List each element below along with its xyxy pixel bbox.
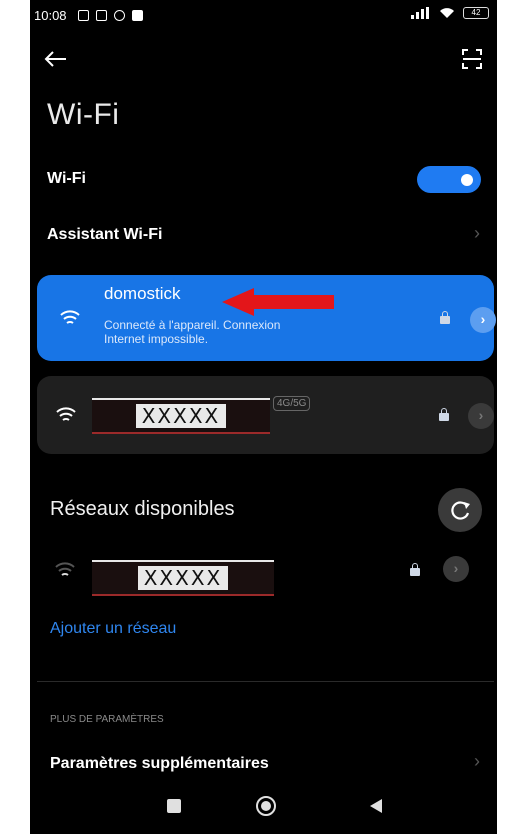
notification-icon [132,10,143,21]
navigation-bar [30,780,497,834]
network-details-button[interactable]: › [468,403,494,429]
assistant-wifi-row[interactable]: Assistant Wi-Fi › [30,212,497,256]
divider [37,681,494,682]
network-status-line: Internet impossible. [104,332,209,346]
wifi-toggle[interactable] [417,166,481,193]
recents-icon[interactable] [167,799,181,813]
back-nav-icon[interactable] [368,798,384,814]
available-networks-heading: Réseaux disponibles [50,498,235,520]
network-details-button[interactable]: › [443,556,469,582]
network-details-button[interactable]: › [470,307,496,333]
red-arrow-annotation [222,288,334,316]
refresh-button[interactable] [438,488,482,532]
section-label: PLUS DE PARAMÈTRES [50,714,164,725]
network-name: domostick [104,284,181,303]
battery-icon: 42 [463,7,489,19]
lock-icon [439,408,449,421]
qr-scan-icon[interactable] [461,48,483,70]
redacted-network-name: XXXXX [92,560,274,596]
network-status: Connecté à l'appareil. Connexion Interne… [104,318,280,346]
redacted-network-name: XXXXX [92,398,270,434]
lock-icon [440,311,450,324]
status-time: 10:08 [34,8,67,23]
connected-network-card[interactable]: domostick Connecté à l'appareil. Connexi… [37,275,496,361]
notification-icon [78,10,89,21]
more-settings-row[interactable]: Paramètres supplémentaires › [30,745,497,781]
redacted-label: XXXXX [135,404,227,428]
wifi-signal-icon [56,407,76,421]
chevron-right-icon: › [474,223,480,243]
status-bar: 10:08 42 [30,0,497,34]
add-network-link[interactable]: Ajouter un réseau [50,620,176,638]
band-badge: 4G/5G [273,396,311,411]
refresh-icon [451,501,470,520]
chevron-right-icon: › [474,751,480,771]
more-settings-label: Paramètres supplémentaires [50,755,269,772]
page-title: Wi-Fi [47,98,120,131]
status-icons: 42 [411,7,489,19]
available-network-row[interactable]: XXXXX › [30,556,497,602]
wifi-status-icon [440,8,454,18]
back-arrow-icon[interactable] [40,44,70,74]
wifi-toggle-label: Wi-Fi [47,170,86,187]
saved-network-card[interactable]: XXXXX 4G/5G › [37,376,494,454]
wifi-signal-icon [55,562,75,576]
phone-screen: 10:08 42 Wi-Fi Wi-Fi Assistant Wi-Fi › d… [30,0,497,834]
toggle-knob [461,174,473,186]
wifi-signal-icon [60,310,80,324]
home-icon[interactable] [256,796,276,816]
network-status-line: Connecté à l'appareil. Connexion [104,318,281,332]
whatsapp-icon [114,10,125,21]
notification-icon [96,10,107,21]
redacted-label: XXXXX [137,566,229,590]
signal-icon [411,7,429,19]
lock-icon [410,563,420,576]
assistant-wifi-label: Assistant Wi-Fi [47,226,163,243]
